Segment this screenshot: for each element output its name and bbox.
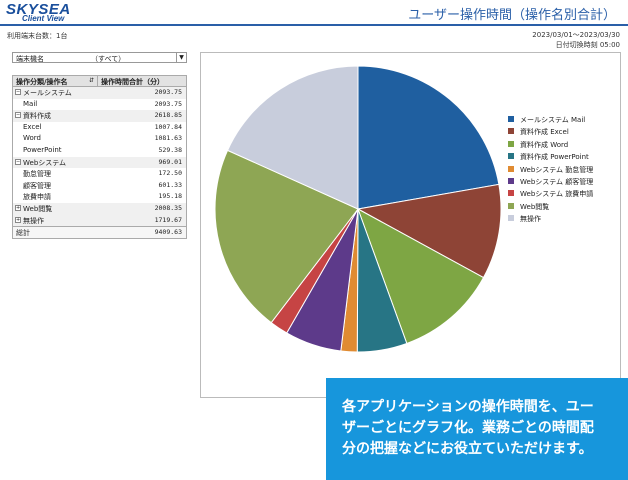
row-label: Mail — [23, 99, 38, 108]
promo-line-3: 分の把握などにお役立ていただけます。 — [342, 441, 593, 457]
day-switch-time: 日付切換時刻 05:00 — [555, 41, 620, 49]
legend-swatch — [508, 215, 514, 222]
row-value: 195.18 — [158, 192, 182, 201]
legend-label: Web閲覧 — [520, 202, 550, 211]
table-body: − メールシステム 2093.75 Mail 2093.75− 資料作成 2618.85 Ex… — [13, 87, 186, 227]
legend-label: 資料作成 Excel — [520, 128, 569, 137]
filter-value: （すべて） — [91, 55, 126, 63]
row-label: 勤怠管理 — [23, 170, 51, 179]
table-row[interactable]: Mail 2093.75 — [13, 99, 186, 111]
column-header-time[interactable]: 操作時間合計（分） — [101, 77, 164, 87]
page-title: ユーザー操作時間（操作名別合計） — [408, 8, 616, 23]
row-label: Excel — [23, 122, 42, 131]
legend-label: Webシステム 勤怠管理 — [520, 165, 594, 174]
total-value: 9409.63 — [154, 228, 182, 237]
row-value: 601.33 — [158, 180, 182, 189]
legend-label: 資料作成 Word — [520, 140, 569, 149]
legend-label: 資料作成 PowerPoint — [520, 153, 589, 162]
expand-icon[interactable]: + — [15, 204, 21, 211]
row-label: Word — [23, 134, 41, 143]
legend-swatch — [508, 128, 514, 135]
row-value: 172.50 — [158, 169, 182, 178]
table-row[interactable]: Excel 1007.84 — [13, 122, 186, 134]
row-value: 1007.84 — [154, 122, 182, 131]
pie-slice[interactable] — [357, 65, 500, 210]
row-label: PowerPoint — [23, 145, 62, 154]
row-label: 無操作 — [23, 216, 44, 225]
table-group-row[interactable]: − メールシステム 2093.75 — [13, 87, 186, 99]
legend-swatch — [508, 190, 514, 197]
legend-swatch — [508, 177, 514, 184]
row-value: 2093.75 — [154, 99, 182, 108]
row-label: 顧客管理 — [23, 181, 51, 190]
table-row[interactable]: 勤怠管理 172.50 — [13, 168, 186, 180]
row-label: 旅費申請 — [23, 193, 51, 202]
pie-chart — [214, 65, 502, 353]
row-label: 資料作成 — [23, 112, 51, 121]
expand-icon[interactable]: + — [15, 216, 21, 223]
table-row[interactable]: 顧客管理 601.33 — [13, 180, 186, 192]
chart-panel — [200, 52, 621, 398]
legend-swatch — [508, 140, 514, 147]
collapse-icon[interactable]: − — [15, 112, 21, 119]
column-header-operation[interactable]: 操作分類/操作名 — [16, 77, 68, 87]
sort-icon[interactable]: ⇵ — [89, 77, 94, 84]
terminal-count: 利用端末台数：1台 — [7, 32, 68, 40]
legend-label: Webシステム 旅費申請 — [520, 190, 594, 199]
date-range: 2023/03/01～2023/03/30 — [532, 31, 620, 39]
chevron-down-icon[interactable]: ▼ — [176, 53, 186, 62]
legend-swatch — [508, 116, 514, 122]
legend-label: Webシステム 顧客管理 — [520, 177, 594, 186]
promo-line-2: ザーごとにグラフ化。業務ごとの時間配 — [342, 420, 594, 436]
row-value: 969.01 — [158, 157, 182, 166]
row-label: メールシステム — [23, 89, 72, 97]
row-value: 1081.63 — [154, 134, 182, 143]
legend-label: 無操作 — [520, 215, 541, 224]
table-group-row[interactable]: + Web閲覧 2008.35 — [13, 202, 186, 215]
row-value: 1719.67 — [154, 215, 182, 224]
promo-banner: 各アプリケーションの操作時間を、ユー ザーごとにグラフ化。業務ごとの時間配 分の… — [326, 378, 628, 480]
table-group-row[interactable]: + 無操作 1719.67 — [13, 214, 186, 227]
collapse-icon[interactable]: − — [15, 89, 21, 95]
legend-swatch — [508, 202, 514, 209]
table-row[interactable]: Word 1081.63 — [13, 133, 186, 145]
terminal-filter-select[interactable]: 端末機名 （すべて） ▼ — [12, 52, 187, 63]
table-row[interactable]: PowerPoint 529.38 — [13, 145, 186, 157]
legend-label: メールシステム Mail — [520, 116, 586, 124]
row-label: Web閲覧 — [23, 204, 53, 213]
operation-time-table: 操作分類/操作名 ⇵ 操作時間合計（分） − メールシステム 2093.75 Mail… — [12, 75, 187, 239]
table-row[interactable]: 旅費申請 195.18 — [13, 191, 186, 203]
total-label: 総計 — [16, 229, 30, 238]
row-value: 2093.75 — [154, 88, 182, 96]
row-value: 2008.35 — [154, 203, 182, 212]
row-value: 2618.85 — [154, 111, 182, 120]
column-divider — [97, 76, 98, 86]
logo-subtitle: Client View — [22, 14, 65, 23]
table-group-row[interactable]: − 資料作成 2618.85 — [13, 110, 186, 122]
legend-swatch — [508, 153, 514, 160]
table-total-row: 総計 9409.63 — [13, 226, 186, 238]
filter-label: 端末機名 — [16, 55, 44, 63]
row-label: Webシステム — [23, 158, 67, 167]
promo-line-1: 各アプリケーションの操作時間を、ユー — [342, 399, 594, 415]
table-group-row[interactable]: − Webシステム 969.01 — [13, 156, 186, 169]
legend-swatch — [508, 165, 514, 172]
row-value: 529.38 — [158, 145, 182, 154]
table-header: 操作分類/操作名 ⇵ 操作時間合計（分） — [13, 76, 186, 87]
app-header: SKYSEA Client View ユーザー操作時間（操作名別合計） — [0, 0, 628, 26]
collapse-icon[interactable]: − — [15, 158, 21, 165]
